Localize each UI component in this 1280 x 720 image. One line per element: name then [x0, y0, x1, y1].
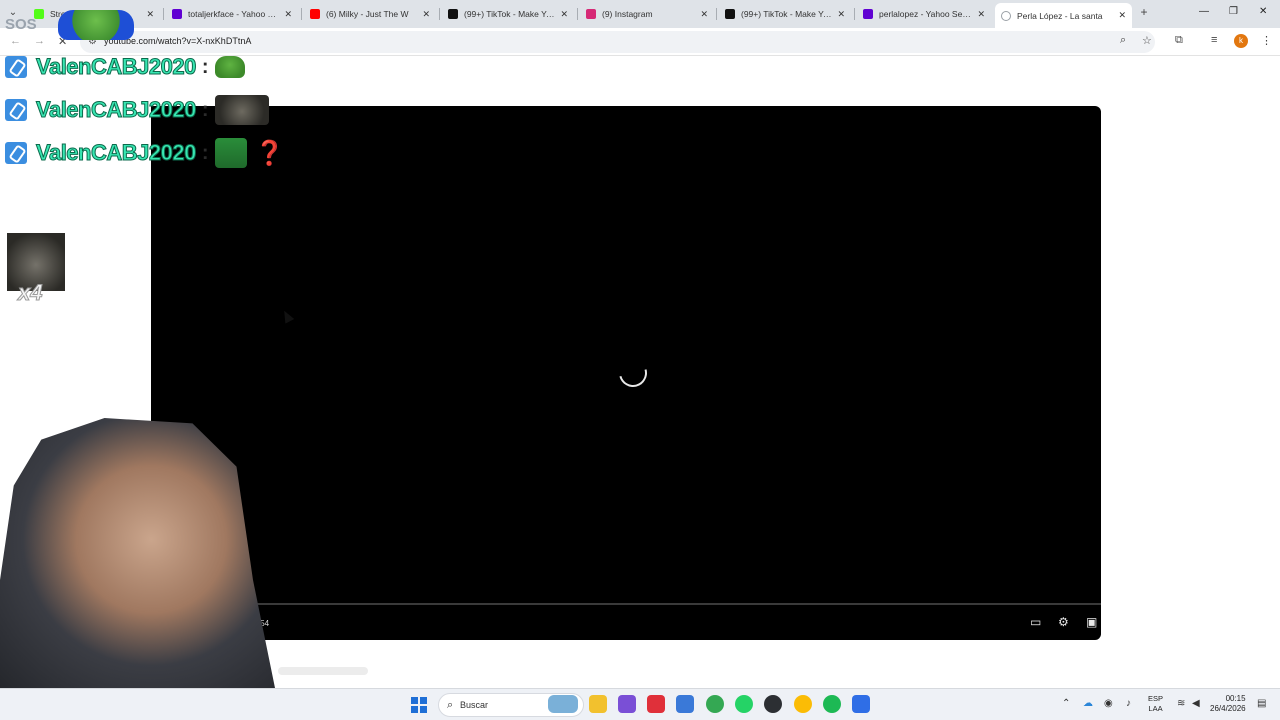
tab-title: Perla López - La santa: [1017, 10, 1103, 21]
subtitles-icon[interactable]: ▭: [1030, 615, 1041, 629]
chat-message: ValenCABJ2020 :: [5, 52, 245, 82]
keyboard-layout: LAA: [1148, 704, 1163, 713]
chat-message: ValenCABJ2020 : ❓: [5, 138, 284, 168]
wps-office-icon[interactable]: [647, 695, 665, 713]
content-placeholder: [278, 667, 368, 675]
video-player[interactable]: :54 ▭ ⚙ ▣: [151, 106, 1101, 640]
bookmark-star-icon[interactable]: ☆: [1142, 34, 1152, 47]
tab-close-icon[interactable]: ✕: [977, 9, 985, 20]
microsoft-store-icon[interactable]: [676, 695, 694, 713]
chat-separator: :: [201, 141, 209, 164]
loading-favicon-icon: [1001, 10, 1011, 21]
frog-emote-icon: [214, 56, 245, 78]
language-code: ESP: [1148, 694, 1164, 703]
tab-close-icon[interactable]: ✕: [422, 9, 430, 20]
weather-widget-icon[interactable]: [548, 695, 578, 713]
notifications-icon[interactable]: ▤: [1257, 698, 1266, 709]
frog-emote-icon: [214, 138, 247, 168]
theater-mode-icon[interactable]: ▣: [1086, 615, 1097, 629]
tiktok-favicon-icon: [725, 9, 735, 19]
windows-taskbar: ⌕ Buscar ⌃ ☁ ◉ ♪ ESP LAA ≋ ◀ 00:15 26/4/…: [0, 688, 1280, 720]
sos-overlay-text: SOS: [5, 16, 37, 33]
onedrive-cloud-icon[interactable]: ☁: [1083, 698, 1093, 709]
address-bar[interactable]: ⚙ youtube.com/watch?v=X-nxKhDTtnA: [80, 31, 1155, 53]
zoom-magnifier-icon[interactable]: ⌕: [1120, 34, 1126, 47]
extensions-puzzle-icon[interactable]: ⧉: [1175, 34, 1183, 47]
progress-bar[interactable]: [151, 603, 1101, 605]
chat-username: ValenCABJ2020: [36, 54, 197, 80]
tab-youtube-milky[interactable]: (6) Milky - Just The W ✕: [304, 3, 436, 25]
wifi-icon[interactable]: ≋: [1177, 698, 1185, 709]
media-controls-icon[interactable]: ≡: [1211, 34, 1217, 46]
sword-badge-icon: [5, 99, 27, 121]
tab-close-icon[interactable]: ✕: [146, 9, 154, 20]
tab-yahoo-search-1[interactable]: totaljerkface - Yahoo Search ✕: [166, 3, 298, 25]
yahoo-favicon-icon: [863, 9, 873, 19]
loading-spinner-icon: [613, 353, 653, 393]
forward-arrow-icon[interactable]: →: [34, 35, 45, 47]
tiktok-favicon-icon: [448, 9, 458, 19]
tab-title: (99+) TikTok - Make Your: [464, 9, 557, 19]
microsoft-365-icon[interactable]: [618, 695, 636, 713]
profile-avatar[interactable]: k: [1234, 34, 1248, 48]
tab-tiktok-2[interactable]: (99+) TikTok - Make Your ✕: [719, 3, 851, 25]
tab-close-icon[interactable]: ✕: [284, 9, 292, 20]
tab-instagram[interactable]: (9) Instagram ✕: [580, 3, 714, 25]
instagram-favicon-icon: [586, 9, 596, 19]
spotify-icon[interactable]: [823, 695, 841, 713]
chrome-active-icon[interactable]: [794, 695, 812, 713]
clock-time: 00:15: [1225, 694, 1246, 703]
search-icon: ⌕: [447, 699, 454, 711]
network-tray-icon[interactable]: ◉: [1104, 698, 1113, 709]
chat-username: ValenCABJ2020: [36, 97, 197, 123]
sword-badge-icon: [5, 142, 27, 164]
tray-overflow-chevron-icon[interactable]: ⌃: [1062, 698, 1070, 709]
chat-separator: :: [201, 98, 209, 121]
chat-separator: :: [201, 55, 209, 78]
system-clock[interactable]: 00:15 26/4/2026: [1210, 694, 1246, 714]
settings-gear-icon[interactable]: ⚙: [1058, 615, 1069, 629]
roblox-studio-icon[interactable]: [852, 695, 870, 713]
search-label: Buscar: [460, 700, 489, 710]
tab-close-icon[interactable]: ✕: [837, 9, 845, 20]
browser-tab-strip: ⌄ Stream ✕ totaljerkface - Yahoo Search …: [0, 0, 1280, 28]
alert-count: x4: [17, 280, 43, 306]
restore-icon[interactable]: ❐: [1229, 6, 1238, 17]
tab-yahoo-search-2[interactable]: perlalopez - Yahoo Search ✕: [857, 3, 991, 25]
sword-badge-icon: [5, 56, 27, 78]
question-mark-emoji: ❓: [254, 139, 285, 167]
tab-close-icon[interactable]: ✕: [560, 9, 568, 20]
tab-title: (6) Milky - Just The W: [326, 9, 409, 19]
close-window-icon[interactable]: ✕: [1259, 6, 1267, 17]
seal-emote-icon: [214, 95, 269, 125]
chat-username: ValenCABJ2020: [36, 140, 197, 166]
back-arrow-icon[interactable]: ←: [10, 35, 21, 47]
minimize-icon[interactable]: —: [1199, 6, 1209, 17]
tab-title: perlalopez - Yahoo Search: [879, 9, 974, 19]
microphone-icon[interactable]: ♪: [1126, 698, 1131, 709]
youtube-favicon-icon: [310, 9, 320, 19]
yahoo-favicon-icon: [172, 9, 182, 19]
tab-perla-lopez-active[interactable]: Perla López - La santa ✕: [995, 3, 1132, 28]
clock-date: 26/4/2026: [1210, 704, 1246, 713]
whatsapp-icon[interactable]: [735, 695, 753, 713]
chrome-icon[interactable]: [706, 695, 724, 713]
file-explorer-icon[interactable]: [589, 695, 607, 713]
tab-tiktok-1[interactable]: (99+) TikTok - Make Your ✕: [442, 3, 574, 25]
windows-start-icon[interactable]: [411, 697, 427, 713]
language-indicator[interactable]: ESP LAA: [1148, 694, 1163, 714]
tab-title: (9) Instagram: [602, 9, 653, 19]
chat-message: ValenCABJ2020 :: [5, 95, 269, 125]
new-tab-plus-icon[interactable]: +: [1137, 5, 1151, 19]
tab-title: totaljerkface - Yahoo Search: [188, 9, 280, 19]
tab-title: (99+) TikTok - Make Your: [741, 9, 834, 19]
more-menu-icon[interactable]: ⋮: [1261, 34, 1272, 47]
volume-icon[interactable]: ◀: [1192, 698, 1200, 709]
pepe-emote-image: [58, 10, 134, 40]
tab-close-icon[interactable]: ✕: [700, 9, 708, 20]
tab-close-icon[interactable]: ✕: [1118, 10, 1126, 21]
speedometer-app-icon[interactable]: [764, 695, 782, 713]
